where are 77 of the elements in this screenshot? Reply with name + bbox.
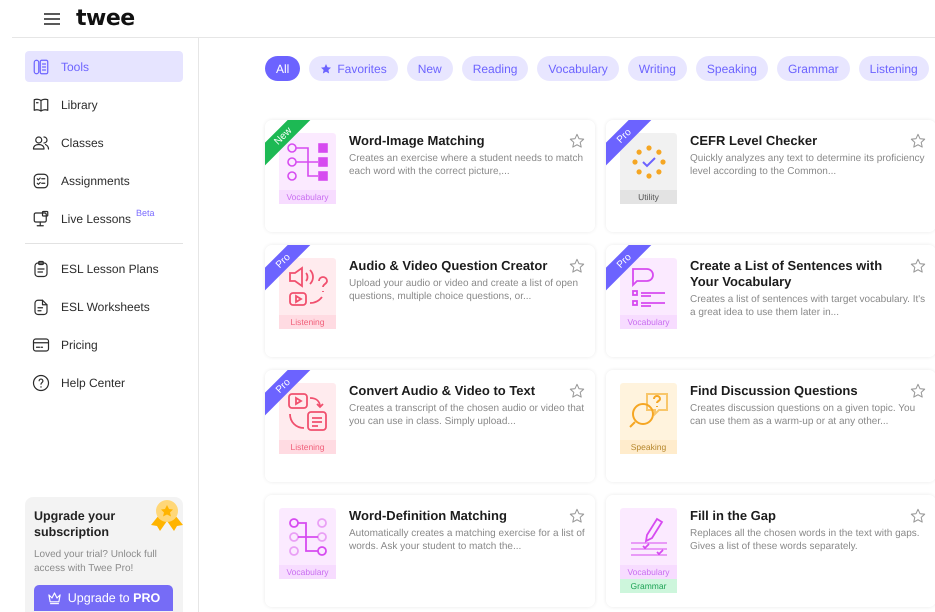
filter-chip[interactable]: Reading: [462, 56, 528, 81]
tool-description: Quickly analyzes any text to determine its proficiency level according to the Common...: [690, 153, 926, 178]
star-icon: [320, 62, 332, 74]
people-icon: [32, 134, 50, 152]
category-tag: Vocabulary: [620, 565, 677, 579]
tool-description: Creates discussion questions on a given topic. You can use them as a warm-up or at any other...: [690, 403, 916, 428]
beta-label: Beta: [136, 208, 155, 218]
sidebar-item[interactable]: ESL Worksheets: [25, 291, 183, 322]
tool-description: Replaces all the chosen words in the text with gaps. Gives a list of these words separately.: [690, 528, 921, 553]
document-icon: [32, 298, 50, 316]
favorite-star-icon[interactable]: [569, 383, 585, 399]
category-tag: Vocabulary: [279, 190, 336, 204]
favorite-star-icon[interactable]: [910, 508, 926, 524]
tool-card[interactable]: Vocabulary Word-Image Matching Creates an exercise where a student needs to match each word with the correct picture,... New: [265, 120, 595, 232]
category-tag: Utility: [620, 190, 677, 204]
upgrade-button[interactable]: Upgrade to PRO: [34, 585, 173, 611]
tool-card[interactable]: Utility CEFR Level Checker Quickly analyzes any text to determine its proficiency level according to the Common... Pro: [606, 120, 935, 232]
tool-description: Automatically creates a matching exercise for a list of words. Ask your student to match the...: [349, 528, 585, 553]
filter-chip[interactable]: Vocabulary: [537, 56, 619, 81]
crown-icon: [46, 591, 62, 605]
clipboard-icon: [32, 260, 50, 278]
tool-card[interactable]: Vocabulary Word-Definition Matching Automatically creates a matching exercise for a list of words. Ask your student to match the...: [265, 495, 595, 607]
tool-title: Find Discussion Questions: [690, 383, 858, 399]
sidebar-item[interactable]: Help Center: [25, 367, 183, 398]
tool-description: Creates a list of sentences with target vocabulary. It's a great idea to use them later in...: [690, 294, 926, 319]
favorite-star-icon[interactable]: [910, 133, 926, 149]
filter-chip[interactable]: Listening: [858, 56, 929, 81]
award-icon: [149, 499, 185, 533]
favorite-star-icon[interactable]: [910, 258, 926, 274]
tool-title: CEFR Level Checker: [690, 133, 818, 149]
filter-chip[interactable]: Favorites: [309, 56, 398, 81]
menu-icon[interactable]: [44, 12, 60, 24]
favorite-star-icon[interactable]: [910, 383, 926, 399]
monitor-icon: [32, 210, 50, 228]
category-tag: Speaking: [620, 440, 677, 454]
category-tag: Listening: [279, 440, 336, 454]
sidebar-item[interactable]: ESL Lesson Plans: [25, 253, 183, 284]
filter-chip[interactable]: Grammar: [776, 56, 850, 81]
tool-description: Creates an exercise where a student needs to match each word with the correct picture,...: [349, 153, 584, 178]
tool-card[interactable]: Vocabulary Grammar Fill in the Gap Replaces all the chosen words in the text with gaps. Gives a list of these words separately.: [606, 495, 935, 607]
favorite-star-icon[interactable]: [569, 258, 585, 274]
filter-chip[interactable]: All: [265, 56, 300, 81]
tool-title: Create a List of Sentences with Your Vocabulary: [690, 258, 884, 290]
tool-card[interactable]: Listening Audio & Video Question Creator Upload your audio or video and create a list of open questions, multiple choice questions, or... Pro: [265, 245, 595, 357]
tool-card[interactable]: Listening Convert Audio & Video to Text Creates a transcript of the chosen audio or video that you can use in class. Simply upload... Pro: [265, 370, 595, 482]
category-tag: Grammar: [620, 579, 677, 593]
category-tag: Listening: [279, 315, 336, 329]
sidebar-item[interactable]: Assignments: [25, 165, 183, 196]
tool-title: Audio & Video Question Creator: [349, 258, 548, 274]
tool-description: Upload your audio or video and create a list of open questions, multiple choice questions, or...: [349, 278, 580, 303]
favorite-star-icon[interactable]: [569, 133, 585, 149]
favorite-star-icon[interactable]: [569, 508, 585, 524]
sidebar-item[interactable]: Pricing: [25, 329, 183, 360]
checklist-icon: [32, 172, 50, 190]
tool-card[interactable]: Vocabulary Create a List of Sentences with Your Vocabulary Creates a list of sentences with target vocabulary. It's a great idea to use them later in... Pro: [606, 245, 935, 357]
matching-icon: [288, 516, 328, 556]
upgrade-text: Loved your trial? Unlock full access with Twee Pro!: [34, 548, 158, 576]
tool-card[interactable]: Speaking Find Discussion Questions Creates discussion questions on a given topic. You can use them as a warm-up or at any other...: [606, 370, 935, 482]
help-icon: [32, 374, 50, 392]
card-icon: [32, 336, 50, 354]
category-tag: Vocabulary: [279, 565, 336, 579]
filter-chip[interactable]: New: [406, 56, 453, 81]
filter-chip[interactable]: Writing: [628, 56, 687, 81]
sidebar-item[interactable]: Classes: [25, 127, 183, 158]
tool-title: Word-Definition Matching: [349, 508, 507, 524]
upgrade-title: Upgrade your subscription: [34, 508, 116, 540]
tool-title: Word-Image Matching: [349, 133, 485, 149]
tool-title: Convert Audio & Video to Text: [349, 383, 536, 399]
tool-description: Creates a transcript of the chosen audio or video that you can use in class. Simply upload...: [349, 403, 585, 428]
sidebar-item[interactable]: Library: [25, 89, 183, 120]
tool-title: Fill in the Gap: [690, 508, 776, 524]
category-tag: Vocabulary: [620, 315, 677, 329]
filter-chip[interactable]: Speaking: [696, 56, 768, 81]
book-icon: [32, 96, 50, 114]
sidebar-item[interactable]: Live Lessons Beta: [25, 203, 183, 234]
tools-icon: [32, 58, 50, 76]
logo: twee: [76, 6, 135, 31]
